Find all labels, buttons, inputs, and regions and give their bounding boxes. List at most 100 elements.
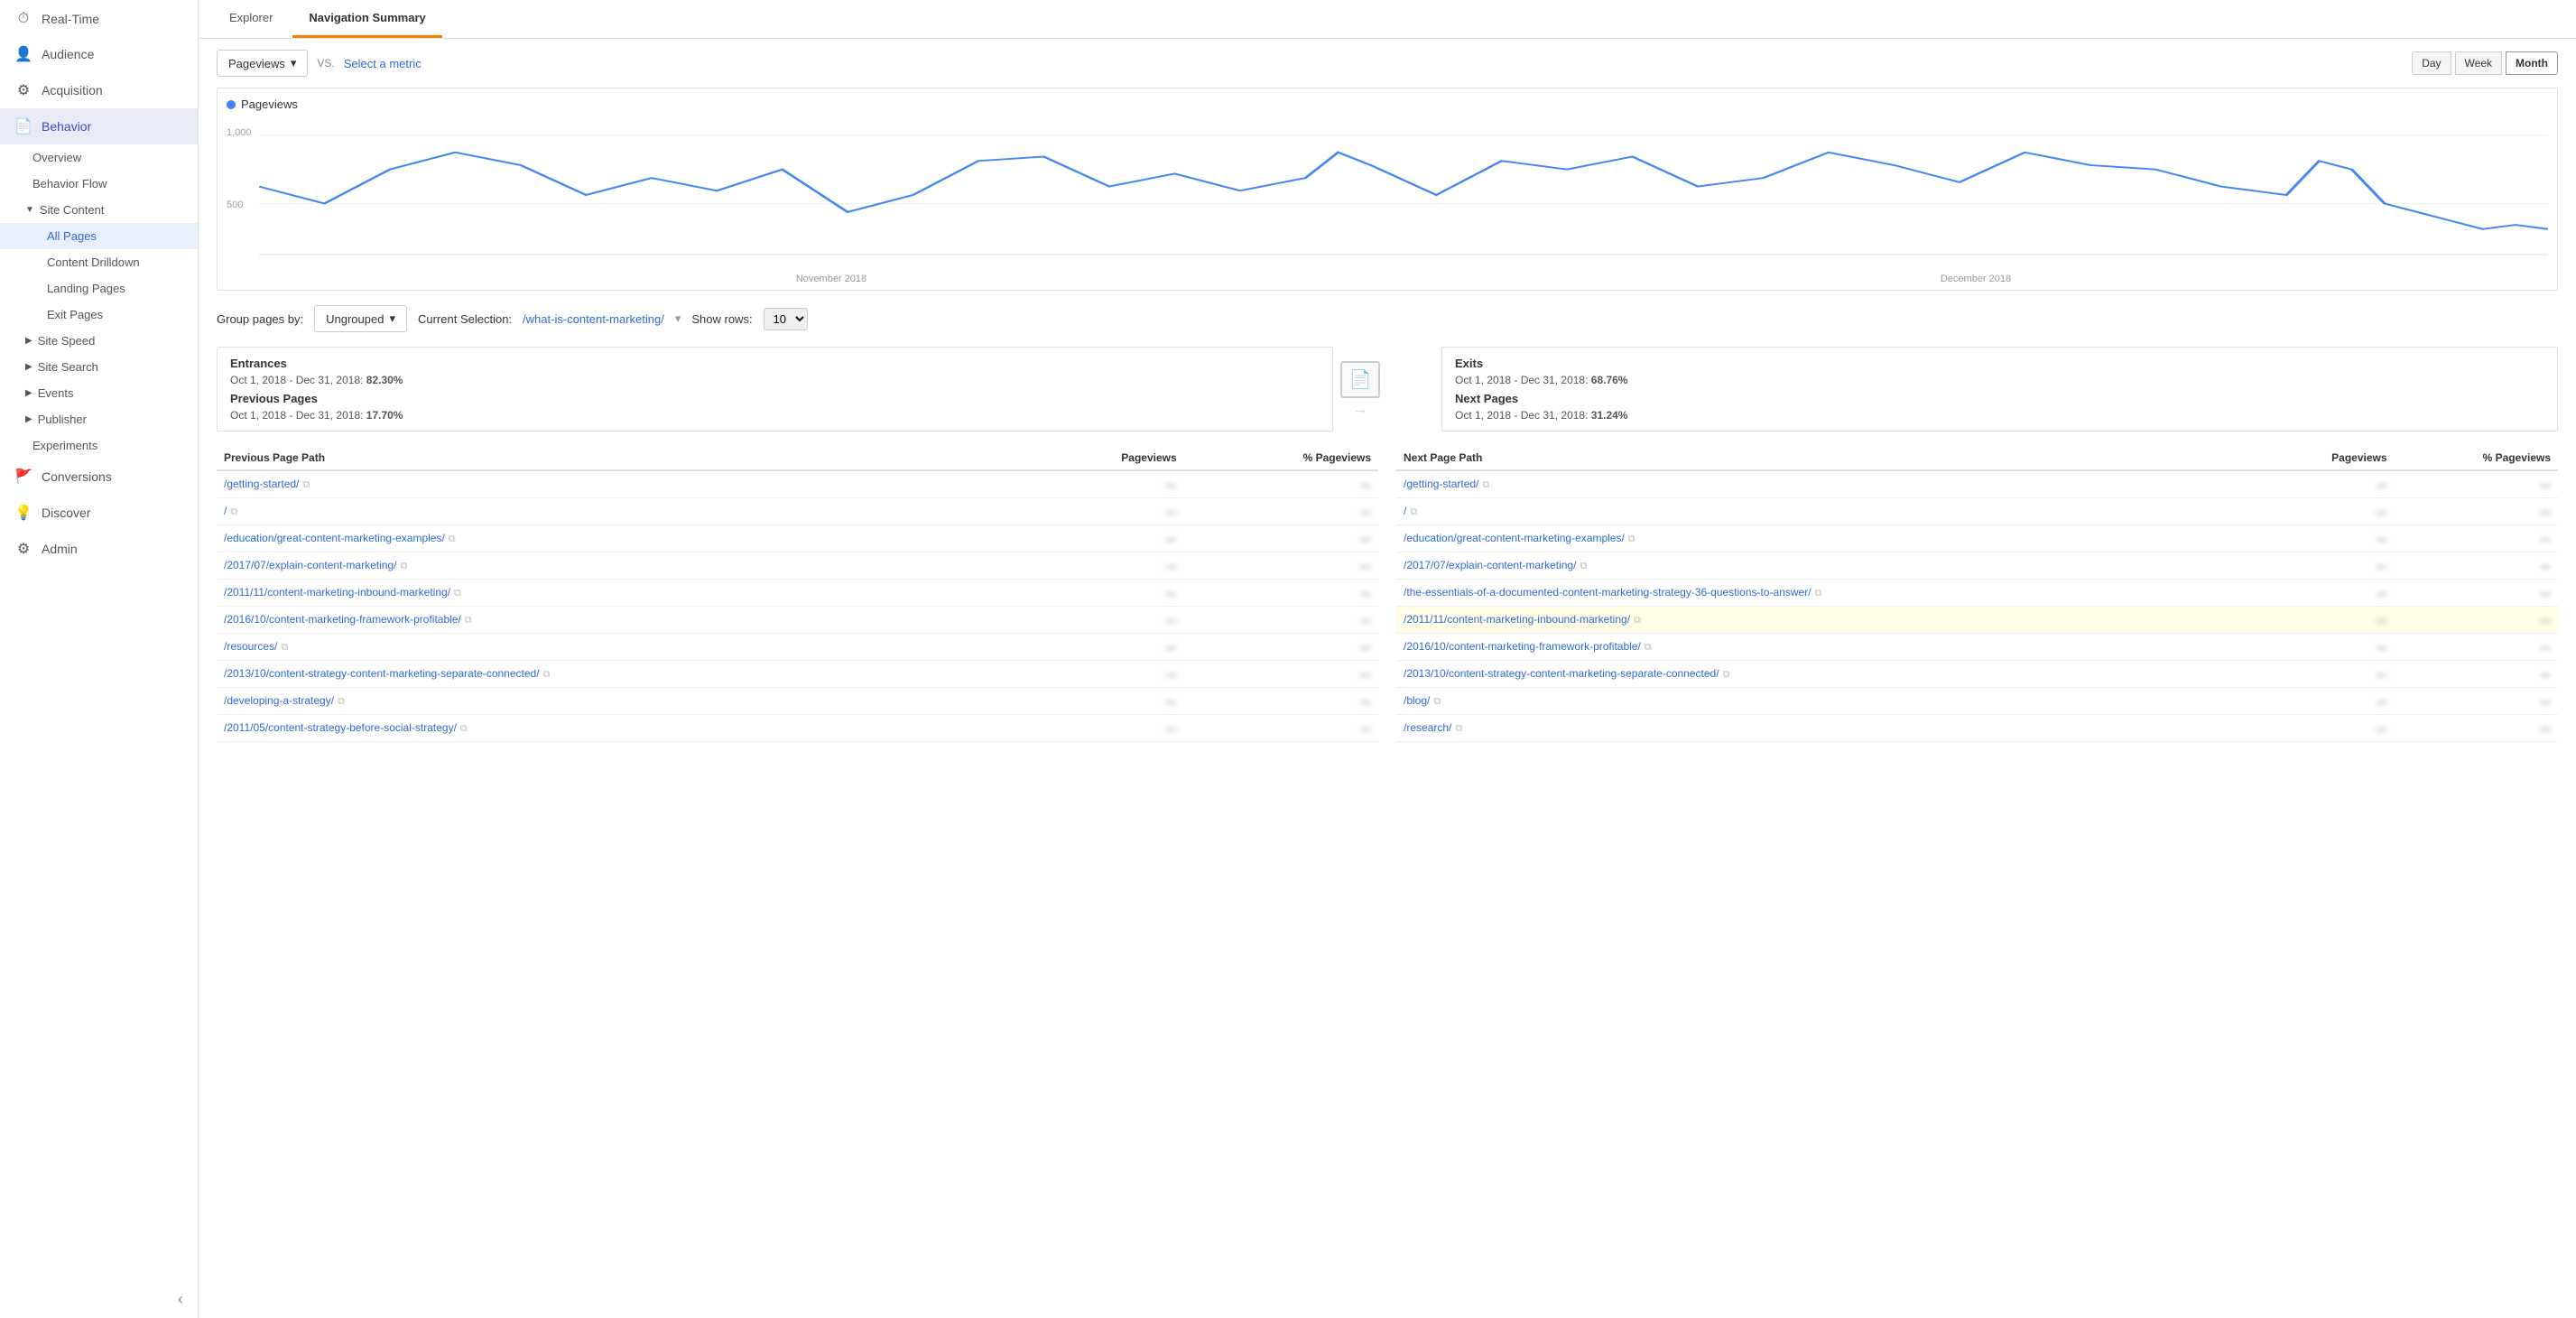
sidebar-item-label: Acquisition — [42, 83, 103, 97]
sidebar-item-realtime[interactable]: ⏱ Real-Time — [0, 2, 198, 36]
sidebar-item-exit-pages[interactable]: Exit Pages — [0, 302, 198, 328]
prev-pct-cell: — — [1184, 580, 1378, 607]
sidebar-item-audience[interactable]: 👤 Audience — [0, 36, 198, 72]
sidebar-sub-label: Overview — [32, 151, 81, 164]
prev-pct-cell: — — [1184, 470, 1378, 498]
col-next-path: Next Page Path — [1396, 446, 2256, 470]
tab-navigation-summary[interactable]: Navigation Summary — [292, 0, 441, 38]
next-pct-cell: — — [2395, 715, 2558, 742]
metric-dropdown[interactable]: Pageviews ▾ — [217, 50, 308, 77]
select-metric-link[interactable]: Select a metric — [344, 57, 422, 70]
week-button[interactable]: Week — [2455, 51, 2502, 75]
exits-date: Oct 1, 2018 - Dec 31, 2018: 68.76% — [1455, 374, 1627, 386]
chevron-right-icon: ▶ — [25, 414, 32, 424]
ungrouped-dropdown[interactable]: Ungrouped ▾ — [314, 305, 407, 332]
dropdown-arrow-icon[interactable]: ▾ — [675, 311, 681, 326]
next-pageviews-cell: — — [2256, 470, 2395, 498]
next-path-cell: /⧉ — [1396, 498, 2256, 525]
sidebar-item-behavior-flow[interactable]: Behavior Flow — [0, 171, 198, 197]
sidebar-item-label: Discover — [42, 506, 90, 520]
month-button[interactable]: Month — [2506, 51, 2558, 75]
prev-path-cell: /2013/10/content-strategy-content-market… — [217, 661, 1019, 688]
sidebar-item-admin[interactable]: ⚙ Admin — [0, 531, 198, 567]
chart-x-labels: November 2018 December 2018 — [259, 274, 2548, 284]
sidebar-item-acquisition[interactable]: ⚙ Acquisition — [0, 72, 198, 108]
tab-explorer[interactable]: Explorer — [213, 0, 289, 38]
next-pages-date: Oct 1, 2018 - Dec 31, 2018: 31.24% — [1455, 409, 2544, 422]
next-pct-cell: — — [2395, 607, 2558, 634]
next-path-cell: /the-essentials-of-a-documented-content-… — [1396, 580, 2256, 607]
current-selection-link[interactable]: /what-is-content-marketing/ — [523, 312, 664, 326]
sidebar-sub-label: All Pages — [47, 229, 97, 243]
panels-row: Entrances Oct 1, 2018 - Dec 31, 2018: 82… — [217, 347, 2558, 432]
sidebar-item-all-pages[interactable]: All Pages — [0, 223, 198, 249]
prev-pct-cell: — — [1184, 498, 1378, 525]
prev-path-cell: /2011/05/content-strategy-before-social-… — [217, 715, 1019, 742]
sidebar-sub-label: Exit Pages — [47, 308, 103, 321]
legend-dot — [227, 100, 236, 109]
chevron-right-icon: ▶ — [25, 336, 32, 346]
sidebar-item-label: Admin — [42, 542, 78, 556]
next-path-cell: /2016/10/content-marketing-framework-pro… — [1396, 634, 2256, 661]
prev-pageviews-cell: — — [1019, 580, 1183, 607]
sidebar-item-landing-pages[interactable]: Landing Pages — [0, 275, 198, 302]
next-pageviews-cell: — — [2256, 634, 2395, 661]
prev-pct-cell: — — [1184, 661, 1378, 688]
sidebar-item-overview[interactable]: Overview — [0, 144, 198, 171]
sidebar-item-conversions[interactable]: 🚩 Conversions — [0, 459, 198, 495]
prev-path-cell: /2017/07/explain-content-marketing/⧉ — [217, 552, 1019, 580]
entrances-date: Oct 1, 2018 - Dec 31, 2018: 82.30% — [230, 374, 403, 386]
arrow-right-icon: → — [1353, 402, 1367, 418]
previous-pages-table: Previous Page Path Pageviews % Pageviews… — [217, 446, 1378, 742]
table-row: /research/⧉ — — — [1396, 715, 2558, 742]
table-row: /the-essentials-of-a-documented-content-… — [1396, 580, 2558, 607]
sidebar-item-publisher[interactable]: ▶ Publisher — [0, 406, 198, 432]
y-label-500: 500 — [227, 200, 243, 210]
sidebar-item-site-speed[interactable]: ▶ Site Speed — [0, 328, 198, 354]
sidebar-item-site-search[interactable]: ▶ Site Search — [0, 354, 198, 380]
sidebar-item-label: Conversions — [42, 469, 112, 484]
exits-label: Exits — [1455, 357, 1627, 370]
col-previous-path: Previous Page Path — [217, 446, 1019, 470]
sidebar-item-site-content[interactable]: ▼ Site Content — [0, 197, 198, 223]
prev-pageviews-cell: — — [1019, 688, 1183, 715]
ungrouped-label: Ungrouped — [326, 312, 384, 326]
next-pct-cell: — — [2395, 498, 2558, 525]
next-pct-cell: — — [2395, 470, 2558, 498]
prev-pageviews-cell: — — [1019, 498, 1183, 525]
sidebar-item-behavior[interactable]: 📄 Behavior — [0, 108, 198, 144]
sidebar-item-experiments[interactable]: Experiments — [0, 432, 198, 459]
next-pct-cell: — — [2395, 552, 2558, 580]
next-pct-cell: — — [2395, 661, 2558, 688]
sidebar-sub-label: Content Drilldown — [47, 255, 140, 269]
arrow-block: 📄 → — [1333, 361, 1387, 418]
sidebar-sub-label: Behavior Flow — [32, 177, 107, 190]
sidebar-sub-label: Site Search — [38, 360, 98, 374]
table-row: /developing-a-strategy/⧉ — — — [217, 688, 1378, 715]
next-pageviews-cell: — — [2256, 715, 2395, 742]
col-next-pct: % Pageviews — [2395, 446, 2558, 470]
sidebar-item-label: Behavior — [42, 119, 91, 134]
show-rows-select[interactable]: 10 25 50 — [764, 308, 808, 330]
sidebar-item-content-drilldown[interactable]: Content Drilldown — [0, 249, 198, 275]
sidebar-item-events[interactable]: ▶ Events — [0, 380, 198, 406]
next-pages-table: Next Page Path Pageviews % Pageviews /ge… — [1396, 446, 2558, 742]
col-previous-pageviews: Pageviews — [1019, 446, 1183, 470]
chevron-down-icon: ▼ — [25, 205, 34, 215]
table-row: /⧉ — — — [1396, 498, 2558, 525]
sidebar-collapse-button[interactable]: ‹ — [0, 1281, 198, 1318]
tab-bar: Explorer Navigation Summary — [199, 0, 2576, 39]
table-row: /blog/⧉ — — — [1396, 688, 2558, 715]
next-pct-cell: — — [2395, 634, 2558, 661]
table-row: /2017/07/explain-content-marketing/⧉ — — — [217, 552, 1378, 580]
toolbar: Pageviews ▾ VS. Select a metric Day Week… — [199, 39, 2576, 88]
sidebar-item-discover[interactable]: 💡 Discover — [0, 495, 198, 531]
table-header-row: Next Page Path Pageviews % Pageviews — [1396, 446, 2558, 470]
day-button[interactable]: Day — [2412, 51, 2451, 75]
prev-pageviews-cell: — — [1019, 525, 1183, 552]
next-pageviews-cell: — — [2256, 661, 2395, 688]
prev-pageviews-cell: — — [1019, 552, 1183, 580]
prev-path-cell: /⧉ — [217, 498, 1019, 525]
chart-svg — [259, 118, 2548, 272]
prev-path-cell: /developing-a-strategy/⧉ — [217, 688, 1019, 715]
